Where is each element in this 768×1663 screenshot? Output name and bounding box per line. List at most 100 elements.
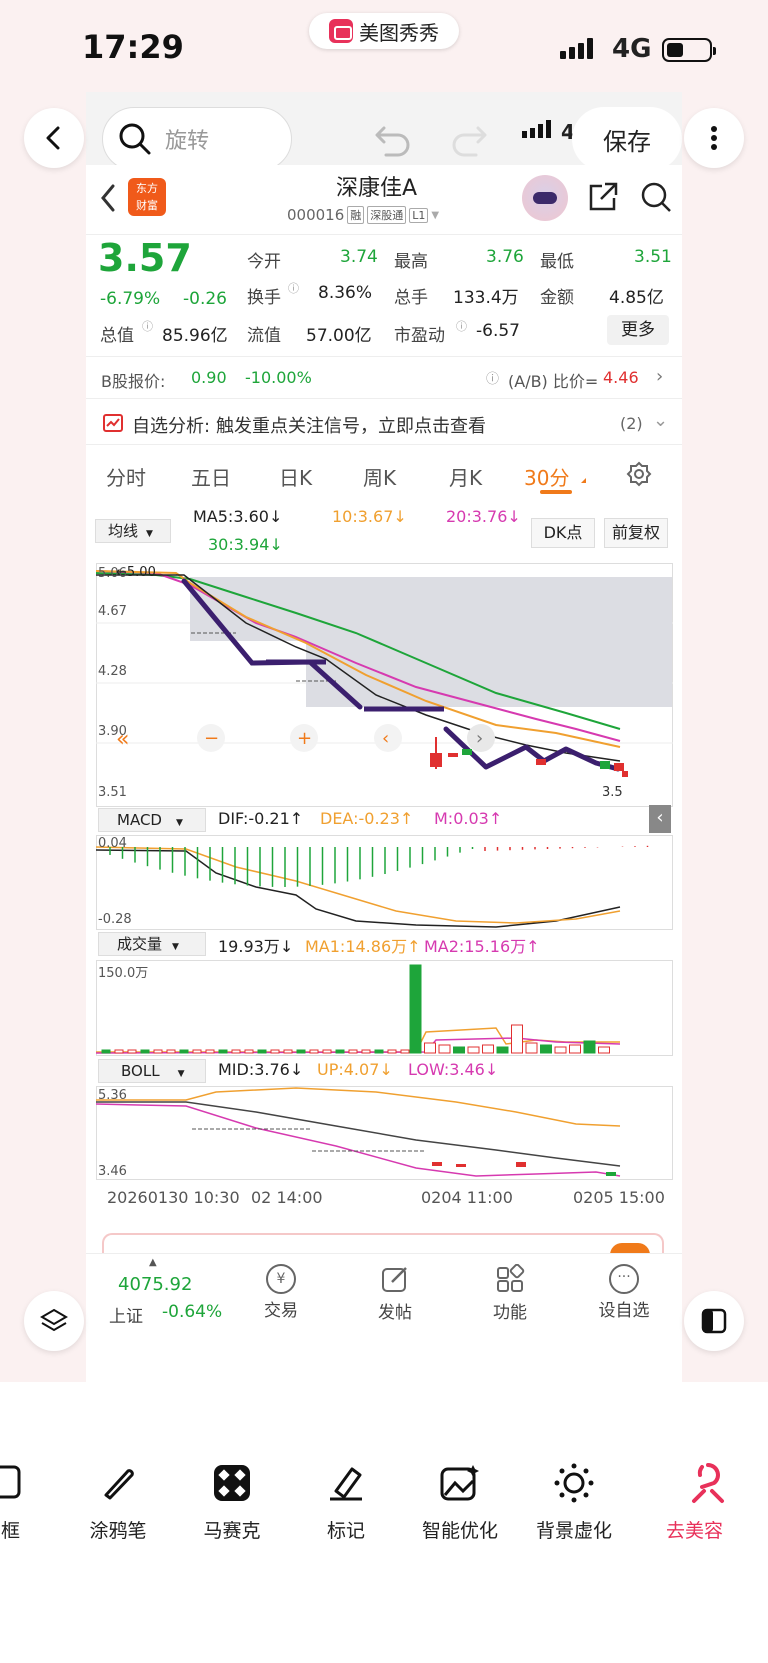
layers-button[interactable] bbox=[24, 1291, 84, 1351]
tag-margin: 融 bbox=[347, 206, 365, 224]
quote-value: -6.57 bbox=[476, 321, 520, 341]
volume-bar bbox=[583, 1040, 596, 1054]
candle bbox=[430, 753, 442, 767]
quote-value: 8.36% bbox=[318, 283, 373, 303]
settings-gear-icon[interactable] bbox=[626, 461, 652, 487]
volume-bar bbox=[400, 1049, 410, 1054]
kline-y-label: 4.67 bbox=[98, 604, 127, 619]
highlight-region bbox=[306, 641, 672, 707]
nav-function[interactable]: 功能 bbox=[489, 1263, 531, 1323]
candle bbox=[600, 761, 610, 769]
ma20-text: 20:3.76 bbox=[446, 507, 508, 526]
tab-monthly[interactable]: 月K bbox=[449, 462, 482, 491]
analysis-text[interactable]: 触发重点关注信号，立即点击查看 bbox=[216, 412, 486, 438]
candle bbox=[536, 759, 546, 765]
volume-bar bbox=[438, 1044, 451, 1054]
macd-m-text: M:0.03 bbox=[434, 809, 489, 828]
nav-add-watchlist[interactable]: ··· 设自选 bbox=[596, 1264, 652, 1321]
assistant-avatar[interactable] bbox=[522, 175, 568, 221]
quote-label: 最高 bbox=[394, 252, 428, 272]
divider bbox=[86, 398, 682, 399]
volume-bar bbox=[525, 1042, 538, 1054]
index-name[interactable]: 上证 bbox=[109, 1302, 143, 1327]
chevron-down-icon[interactable]: ⌄ bbox=[653, 410, 668, 431]
chevron-right-icon[interactable]: › bbox=[656, 366, 663, 387]
volume-bar bbox=[322, 1049, 332, 1054]
volume-bar bbox=[309, 1049, 319, 1054]
back-button[interactable] bbox=[24, 108, 84, 168]
quote-label: 金额 bbox=[540, 288, 574, 308]
help-icon: ⓘ bbox=[486, 372, 500, 387]
tool-frame-label: 框 bbox=[0, 1520, 20, 1542]
candle bbox=[614, 763, 624, 771]
tool-brush-label: 涂鸦笔 bbox=[89, 1520, 147, 1542]
tool-marker[interactable]: 标记 bbox=[291, 1458, 401, 1543]
nav-trade[interactable]: ¥ 交易 bbox=[260, 1264, 302, 1321]
volume-bar bbox=[283, 1049, 293, 1054]
ab-ratio: 4.46 bbox=[603, 368, 639, 387]
nav-post[interactable]: 发帖 bbox=[374, 1264, 416, 1323]
tool-mosaic-label: 马赛克 bbox=[203, 1520, 261, 1542]
stock-search-icon[interactable] bbox=[639, 180, 673, 214]
tool-smart-enhance[interactable]: 智能优化 bbox=[405, 1458, 515, 1543]
tool-mosaic[interactable]: 马赛克 bbox=[177, 1458, 287, 1543]
indicator-select-volume[interactable]: 成交量 ▼ bbox=[98, 932, 206, 956]
volume-bar bbox=[348, 1049, 358, 1054]
more-menu-button[interactable] bbox=[684, 108, 744, 168]
redo-icon[interactable] bbox=[448, 118, 490, 160]
indicator-select-boll[interactable]: BOLL ▼ bbox=[98, 1059, 206, 1083]
kline-y-label: 4.28 bbox=[98, 664, 127, 679]
dk-point-button[interactable]: DK点 bbox=[531, 518, 595, 548]
blur-icon bbox=[554, 1463, 594, 1503]
more-quotes-button[interactable]: 更多 bbox=[607, 315, 669, 345]
volume-bar bbox=[153, 1049, 163, 1054]
collapse-panel-icon[interactable]: ‹ bbox=[649, 805, 671, 833]
volume-bar bbox=[114, 1049, 124, 1054]
undo-icon[interactable] bbox=[372, 118, 414, 160]
divider bbox=[86, 356, 682, 357]
search-icon bbox=[119, 123, 151, 155]
tool-brush[interactable]: 涂鸦笔 bbox=[63, 1458, 173, 1543]
tab-weekly[interactable]: 周K bbox=[363, 462, 396, 491]
marker-icon bbox=[330, 1467, 362, 1501]
search-input[interactable]: 旋转 bbox=[102, 107, 292, 171]
share-icon[interactable] bbox=[586, 180, 620, 214]
volume-bar bbox=[101, 1049, 111, 1054]
kline-chart[interactable]: « − + ‹ › bbox=[96, 563, 673, 807]
candle bbox=[462, 749, 472, 755]
indicator-select-ma[interactable]: 均线 ▼ bbox=[95, 519, 171, 543]
boll-chart bbox=[96, 1086, 673, 1180]
tab-five-day[interactable]: 五日 bbox=[191, 462, 231, 491]
x-axis-label: 0204 11:00 bbox=[421, 1188, 513, 1207]
meitu-logo-icon bbox=[329, 19, 353, 43]
boll-up-text: UP:4.07 bbox=[317, 1060, 380, 1079]
x-axis-label: 0205 15:00 bbox=[573, 1188, 665, 1207]
tool-background-blur[interactable]: 背景虚化 bbox=[519, 1458, 629, 1543]
compare-button[interactable] bbox=[684, 1291, 744, 1351]
tab-30min[interactable]: 30分 bbox=[524, 462, 569, 491]
volume-bar bbox=[511, 1024, 523, 1054]
stock-back-icon[interactable] bbox=[98, 182, 118, 214]
chevron-left-icon bbox=[46, 126, 60, 150]
macd-chart bbox=[96, 835, 673, 930]
macd-y-top: 0.04 bbox=[98, 836, 127, 851]
volume-bar bbox=[598, 1046, 610, 1054]
kline-high-value: 5.00 bbox=[126, 565, 156, 580]
volume-name: 成交量 bbox=[117, 935, 163, 953]
mosaic-icon bbox=[214, 1465, 250, 1501]
tool-frame[interactable]: 框 bbox=[0, 1458, 60, 1543]
tab-intraday[interactable]: 分时 bbox=[106, 462, 146, 491]
boll-mid: MID:3.76↓ bbox=[218, 1060, 304, 1079]
eastmoney-logo-icon: 东方 财富 bbox=[128, 178, 166, 216]
adjust-price-button[interactable]: 前复权 bbox=[604, 518, 668, 548]
macd-m: M:0.03↑ bbox=[434, 809, 503, 828]
indicator-select-macd[interactable]: MACD ▼ bbox=[98, 808, 206, 832]
tool-beauty[interactable]: 去美容 bbox=[666, 1458, 768, 1543]
card-edge bbox=[102, 1233, 664, 1253]
ma5-value: MA5:3.60↓ bbox=[193, 507, 283, 526]
save-button[interactable]: 保存 bbox=[572, 107, 682, 171]
ma30-text: 30:3.94 bbox=[208, 535, 270, 554]
volume-ma2: MA2:15.16万↑ bbox=[424, 937, 540, 956]
tab-daily[interactable]: 日K bbox=[279, 462, 312, 491]
tag-level: L1 bbox=[409, 207, 429, 223]
